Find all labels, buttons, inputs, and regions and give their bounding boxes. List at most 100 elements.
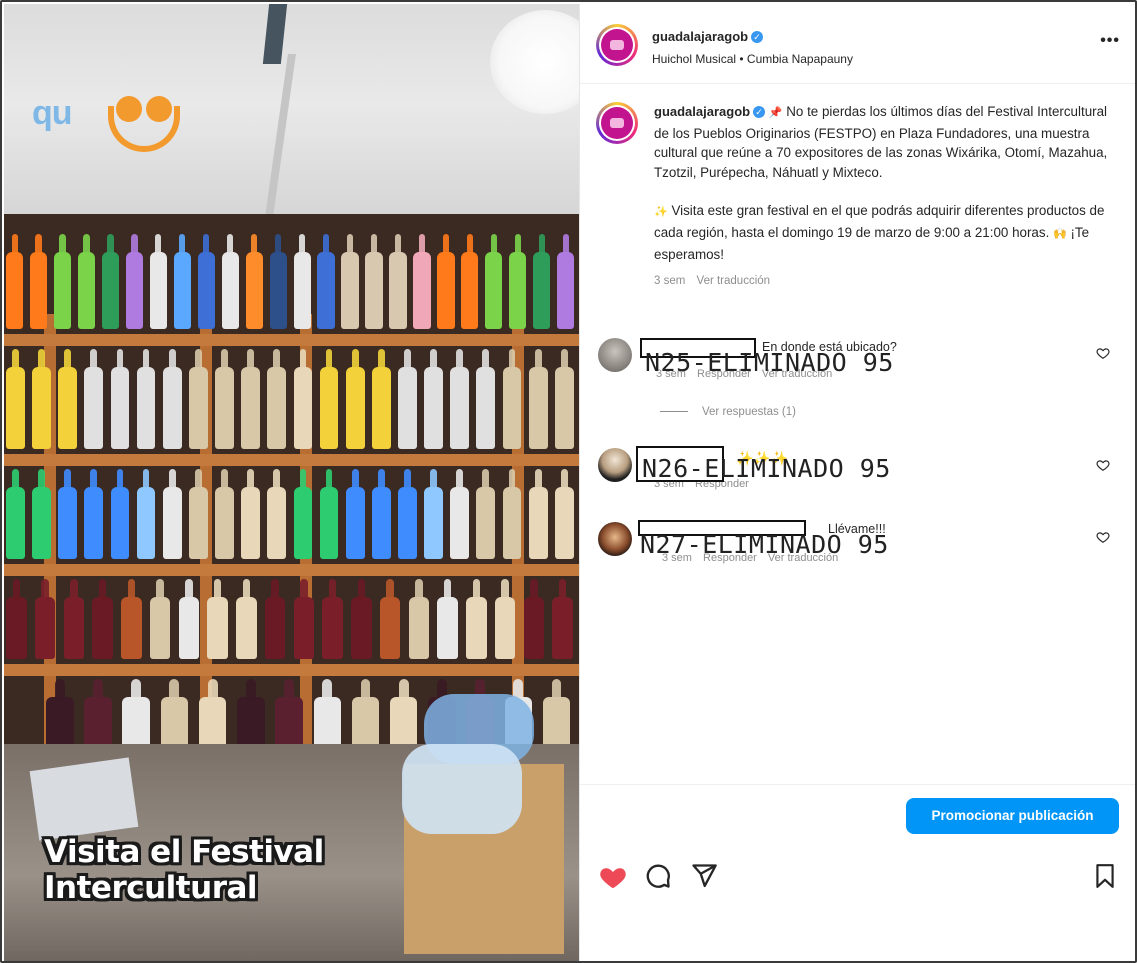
- video-caption-overlay: Visita el Festival Intercultural: [44, 834, 324, 906]
- bottle-neck: [394, 234, 402, 256]
- like-comment-heart-icon[interactable]: [1096, 530, 1110, 544]
- bottle: [241, 487, 261, 559]
- bottle: [29, 252, 48, 329]
- bottle-neck: [404, 469, 411, 491]
- bottle: [173, 252, 191, 329]
- bottle: [554, 487, 574, 559]
- bottle: [424, 487, 443, 559]
- bottle: [207, 597, 228, 659]
- bottle-neck: [213, 579, 222, 601]
- bottle: [264, 597, 286, 659]
- comment-avatar[interactable]: [598, 522, 632, 556]
- comment-avatar[interactable]: [598, 448, 632, 482]
- bottle-neck: [156, 579, 164, 601]
- bottle-neck: [116, 469, 124, 491]
- bottle: [215, 367, 234, 449]
- bottle-neck: [560, 349, 568, 371]
- actions-divider: [580, 784, 1135, 785]
- bottle-neck: [83, 234, 90, 256]
- caption-translate-link[interactable]: Ver traducción: [697, 275, 771, 287]
- bottle-neck: [98, 579, 107, 601]
- bottle-neck: [242, 579, 251, 601]
- bottle: [554, 367, 574, 449]
- comment-icon[interactable]: [644, 862, 672, 890]
- bottle-neck: [41, 579, 49, 601]
- comment-avatar[interactable]: [598, 338, 632, 372]
- bottle: [371, 487, 391, 559]
- shelf-board: [4, 664, 579, 676]
- bottle: [136, 367, 156, 449]
- post-media-video[interactable]: qu Visita el Festival Intercultural: [4, 4, 579, 961]
- hands-emoji-icon: 🙌: [1053, 227, 1067, 240]
- bottle: [293, 487, 313, 559]
- bottle-neck: [64, 349, 72, 371]
- bottle: [365, 252, 383, 329]
- post-actions-bar: [598, 862, 1118, 896]
- bottle: [221, 252, 239, 329]
- bottle-neck: [38, 469, 45, 491]
- post-window: qu Visita el Festival Intercultural guad…: [0, 0, 1137, 963]
- audio-track[interactable]: Huichol Musical • Cumbia Napapauny: [652, 52, 853, 66]
- bottle: [101, 252, 120, 329]
- bottle: [557, 252, 575, 329]
- bottle: [188, 367, 208, 449]
- redaction-label: N25-ELIMINADO 95: [645, 348, 894, 377]
- bottle: [197, 252, 215, 329]
- bottle: [476, 367, 496, 449]
- share-direct-icon[interactable]: [690, 862, 718, 890]
- bottle-neck: [442, 234, 449, 256]
- bottle-neck: [299, 469, 307, 491]
- bottle: [77, 252, 96, 329]
- save-bookmark-icon[interactable]: [1092, 862, 1118, 890]
- bottle: [149, 597, 171, 659]
- bottle: [162, 487, 182, 559]
- promote-post-button[interactable]: Promocionar publicación: [906, 798, 1119, 834]
- like-comment-heart-icon[interactable]: [1096, 458, 1110, 472]
- bottle: [322, 597, 343, 659]
- shelf-board: [4, 454, 579, 466]
- caption-avatar[interactable]: [596, 102, 638, 144]
- like-heart-icon[interactable]: [598, 862, 628, 892]
- caption-time[interactable]: 3 sem: [654, 275, 685, 287]
- bottle-neck: [551, 679, 562, 701]
- caption-username[interactable]: guadalajaragob: [654, 104, 750, 119]
- bottle-neck: [273, 469, 281, 491]
- header-username[interactable]: guadalajaragob: [652, 29, 748, 44]
- bottle: [6, 367, 25, 449]
- media-bag: [402, 744, 522, 834]
- bottle: [236, 597, 257, 659]
- bottle: [485, 252, 503, 329]
- bottle-neck: [300, 579, 308, 601]
- like-comment-heart-icon[interactable]: [1096, 346, 1110, 360]
- view-replies-link[interactable]: Ver respuestas (1): [660, 406, 796, 418]
- watermark-logo: qu: [28, 82, 180, 162]
- bottle-neck: [404, 349, 411, 371]
- bottle-neck: [558, 579, 567, 601]
- bottle: [6, 487, 25, 559]
- bottle-neck: [70, 579, 78, 601]
- header-username-row: guadalajaragob ✓: [652, 28, 764, 46]
- bottle: [84, 367, 104, 449]
- bottle: [92, 597, 113, 659]
- bottle: [110, 367, 130, 449]
- more-options-icon[interactable]: •••: [1100, 32, 1120, 50]
- bottle-neck: [12, 579, 21, 601]
- bottle-neck: [466, 234, 473, 256]
- bottle: [245, 252, 263, 329]
- bottle-neck: [247, 349, 254, 371]
- bottle-neck: [370, 234, 378, 256]
- bottle-neck: [155, 234, 162, 256]
- bottle: [241, 367, 261, 449]
- bottle-neck: [116, 349, 124, 371]
- verified-badge-icon: ✓: [751, 30, 764, 43]
- bottle-neck: [169, 679, 180, 701]
- sparkle-emoji-icon: ✨: [654, 206, 668, 219]
- bottle: [110, 487, 130, 559]
- bottle-neck: [398, 679, 409, 701]
- bottle: [389, 252, 407, 329]
- account-avatar[interactable]: [596, 24, 638, 66]
- bottle-neck: [12, 469, 19, 491]
- bottle: [178, 597, 200, 659]
- bottle-neck: [271, 579, 279, 601]
- bottle: [162, 367, 182, 449]
